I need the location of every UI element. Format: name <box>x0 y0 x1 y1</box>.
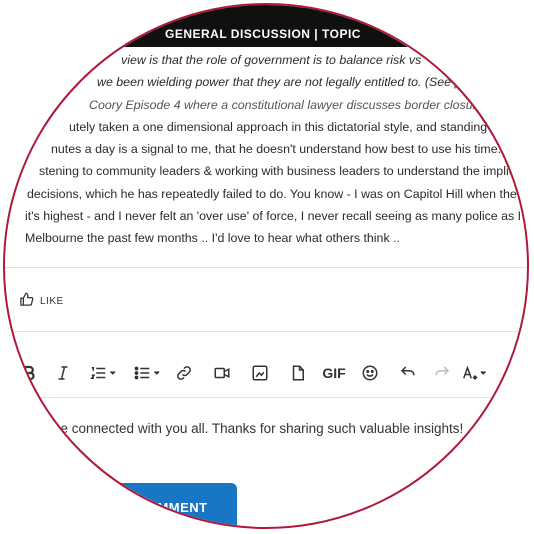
thumbs-up-icon <box>19 292 34 310</box>
post-body: view is that the role of government is t… <box>25 49 527 250</box>
post-line: nutes a day is a signal to me, that he d… <box>51 142 519 157</box>
link-icon[interactable] <box>173 357 195 389</box>
submit-comment-button[interactable]: T COMMENT <box>95 483 237 527</box>
divider <box>5 331 527 332</box>
italic-icon[interactable] <box>53 357 73 389</box>
post-line: utely taken a one dimensional approach i… <box>69 119 501 134</box>
numbered-list-icon[interactable] <box>85 357 121 389</box>
gif-icon[interactable]: GIF <box>317 357 351 389</box>
undo-icon[interactable] <box>397 357 419 389</box>
post-line: Melbourne the past few months .. I'd lov… <box>25 231 400 246</box>
divider <box>5 267 527 268</box>
gif-label: GIF <box>322 365 346 381</box>
post-line: decisions, which he has repeatedly faile… <box>27 186 517 201</box>
top-bar: GENERAL DISCUSSION | TOPIC <box>5 5 527 47</box>
emoji-icon[interactable] <box>359 357 381 389</box>
post-line: it's highest - and I never felt an 'over… <box>25 209 522 224</box>
file-icon[interactable] <box>287 357 309 389</box>
post-line: view is that the role of government is t… <box>121 53 422 67</box>
editor-toolbar: GIF <box>5 357 527 389</box>
divider <box>5 397 527 398</box>
post-line: we been wielding power that they are not… <box>97 75 462 90</box>
text-style-icon[interactable] <box>457 357 493 389</box>
image-icon[interactable] <box>249 357 271 389</box>
bold-icon[interactable] <box>19 357 39 389</box>
video-icon[interactable] <box>211 357 233 389</box>
page-title: GENERAL DISCUSSION | TOPIC <box>165 27 361 41</box>
like-button[interactable]: LIKE <box>19 292 64 310</box>
comment-editor[interactable]: be connected with you all. Thanks for sh… <box>53 421 463 436</box>
bulleted-list-icon[interactable] <box>129 357 165 389</box>
circular-view: GENERAL DISCUSSION | TOPIC view is that … <box>3 3 529 529</box>
like-label: LIKE <box>40 295 64 307</box>
redo-icon[interactable] <box>431 357 453 389</box>
post-line: stening to community leaders & working w… <box>39 164 522 179</box>
post-line: Coory Episode 4 where a constitutional l… <box>89 97 490 112</box>
